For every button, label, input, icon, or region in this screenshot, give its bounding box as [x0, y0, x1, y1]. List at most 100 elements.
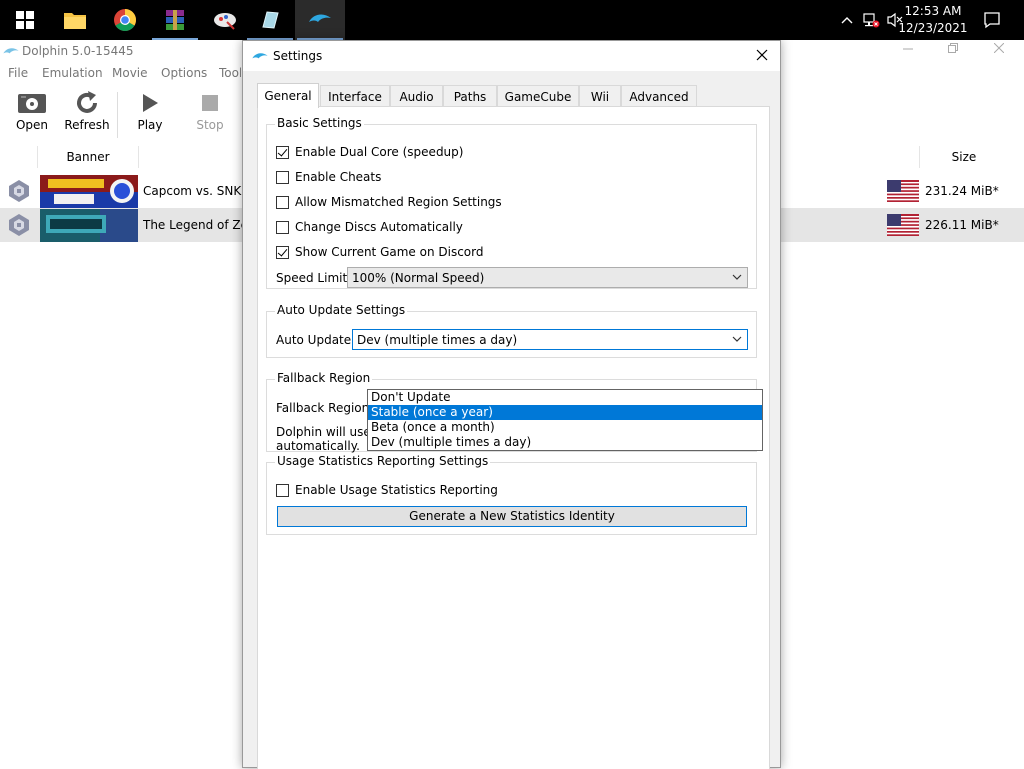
discord-label: Show Current Game on Discord — [295, 245, 484, 259]
cheats-checkbox[interactable]: Enable Cheats — [276, 170, 381, 184]
tab-wii[interactable]: Wii — [579, 85, 621, 107]
play-icon — [143, 94, 158, 112]
tab-label: General — [264, 89, 312, 103]
menu-file[interactable]: File — [8, 66, 28, 80]
checkbox-unchecked — [276, 195, 289, 209]
minimize-button[interactable] — [885, 42, 931, 62]
action-center-button[interactable] — [980, 0, 1004, 40]
discord-checkbox[interactable]: Show Current Game on Discord — [276, 245, 483, 259]
option-beta[interactable]: Beta (once a month) — [368, 420, 762, 435]
option-stable[interactable]: Stable (once a year) — [368, 405, 762, 420]
dolphin-icon — [3, 48, 19, 54]
speed-limit-label: Speed Limit: — [276, 271, 352, 285]
refresh-label: Refresh — [64, 118, 110, 132]
usage-stats-checkbox[interactable]: Enable Usage Statistics Reporting — [276, 483, 498, 497]
winrar-icon — [166, 10, 184, 30]
open-button[interactable]: Open — [6, 88, 58, 140]
checkbox-unchecked — [276, 170, 289, 184]
option-dont-update[interactable]: Don't Update — [368, 390, 762, 405]
taskbar-file-explorer[interactable] — [50, 0, 100, 40]
dual-core-label: Enable Dual Core (speedup) — [295, 145, 464, 159]
close-button[interactable] — [976, 42, 1022, 62]
taskbar-winrar[interactable] — [150, 0, 200, 40]
menu-movie[interactable]: Movie — [112, 66, 148, 80]
taskbar-dolphin[interactable] — [295, 0, 345, 40]
us-flag-icon — [887, 180, 919, 202]
taskbar-app-disc[interactable] — [200, 0, 250, 40]
auto-update-group: Auto Update Settings Auto Update: Dev (m… — [266, 303, 757, 358]
start-button[interactable] — [0, 0, 50, 40]
notes-app-icon — [262, 11, 279, 29]
auto-update-dropdown[interactable]: Dev (multiple times a day) — [352, 329, 748, 350]
tab-label: Advanced — [629, 89, 689, 104]
usage-stats-group: Usage Statistics Reporting Settings Enab… — [266, 454, 757, 535]
game-banner-image — [40, 209, 138, 242]
checkbox-unchecked — [276, 220, 289, 234]
game-banner-image — [40, 175, 138, 208]
fallback-region-title: Fallback Region — [275, 371, 373, 385]
banner-header-label: Banner — [66, 150, 110, 164]
game-size: 226.11 MiB* — [925, 218, 999, 232]
stop-button[interactable]: Stop — [184, 88, 236, 140]
game-title: The Legend of Zelda — [143, 218, 243, 232]
menu-emulation[interactable]: Emulation — [42, 66, 103, 80]
tab-general[interactable]: General — [257, 83, 319, 108]
taskbar-chrome[interactable] — [100, 0, 150, 40]
column-header-region[interactable] — [882, 146, 920, 168]
speed-limit-value: 100% (Normal Speed) — [352, 271, 485, 285]
tab-interface[interactable]: Interface — [320, 85, 390, 107]
settings-title-bar[interactable]: Settings — [243, 41, 780, 71]
clock-time: 12:53 AM — [904, 4, 962, 18]
refresh-icon — [77, 91, 97, 113]
dolphin-icon — [252, 53, 268, 59]
chevron-down-icon — [732, 274, 742, 280]
auto-update-options-list: Don't Update Stable (once a year) Beta (… — [367, 389, 763, 451]
notification-icon — [984, 12, 1000, 29]
tab-gamecube[interactable]: GameCube — [497, 85, 579, 107]
tray-overflow-button[interactable] — [838, 0, 856, 40]
option-dev[interactable]: Dev (multiple times a day) — [368, 435, 762, 450]
column-header-platform[interactable] — [0, 146, 38, 168]
refresh-button[interactable]: Refresh — [61, 88, 113, 140]
menu-options[interactable]: Options — [161, 66, 207, 80]
column-header-banner[interactable]: Banner — [38, 146, 139, 168]
fallback-region-label: Fallback Region: — [276, 401, 374, 415]
generate-identity-button[interactable]: Generate a New Statistics Identity — [277, 506, 747, 527]
us-flag-icon — [887, 214, 919, 236]
gamecube-icon — [9, 214, 29, 236]
chrome-icon — [114, 9, 136, 31]
settings-title: Settings — [273, 49, 323, 63]
checkbox-unchecked — [276, 483, 289, 497]
play-button[interactable]: Play — [124, 88, 176, 140]
auto-update-title: Auto Update Settings — [275, 303, 408, 317]
mismatched-region-checkbox[interactable]: Allow Mismatched Region Settings — [276, 195, 502, 209]
change-discs-checkbox[interactable]: Change Discs Automatically — [276, 220, 463, 234]
maximize-button[interactable] — [930, 42, 976, 62]
taskbar-app-notes[interactable] — [245, 0, 295, 40]
dolphin-icon — [309, 14, 331, 22]
tab-advanced[interactable]: Advanced — [621, 85, 697, 107]
taskbar: 12:53 AM 12/23/2021 — [0, 0, 1024, 40]
basic-settings-title: Basic Settings — [275, 116, 364, 130]
column-header-size[interactable]: Size — [920, 146, 1008, 168]
play-label: Play — [137, 118, 163, 132]
disc-drive-icon — [18, 94, 46, 113]
tab-audio[interactable]: Audio — [390, 85, 443, 107]
checkbox-checked — [276, 145, 289, 159]
settings-close-button[interactable] — [750, 45, 774, 67]
dual-core-checkbox[interactable]: Enable Dual Core (speedup) — [276, 145, 463, 159]
close-icon — [993, 42, 1005, 54]
taskbar-clock[interactable]: 12:53 AM 12/23/2021 — [898, 3, 968, 37]
settings-tabs: General Interface Audio Paths GameCube W… — [257, 83, 777, 108]
tray-network-button[interactable] — [861, 0, 881, 40]
auto-update-value: Dev (multiple times a day) — [357, 333, 518, 347]
tab-paths[interactable]: Paths — [443, 85, 497, 107]
menu-tools[interactable]: Tools — [219, 66, 241, 80]
tab-label: Wii — [590, 89, 610, 104]
stop-icon — [202, 95, 218, 111]
auto-update-label: Auto Update: — [276, 333, 356, 347]
speed-limit-dropdown[interactable]: 100% (Normal Speed) — [347, 267, 748, 288]
paint-disc-icon — [214, 13, 236, 30]
toolbar-separator — [117, 92, 118, 138]
close-icon — [756, 49, 768, 61]
